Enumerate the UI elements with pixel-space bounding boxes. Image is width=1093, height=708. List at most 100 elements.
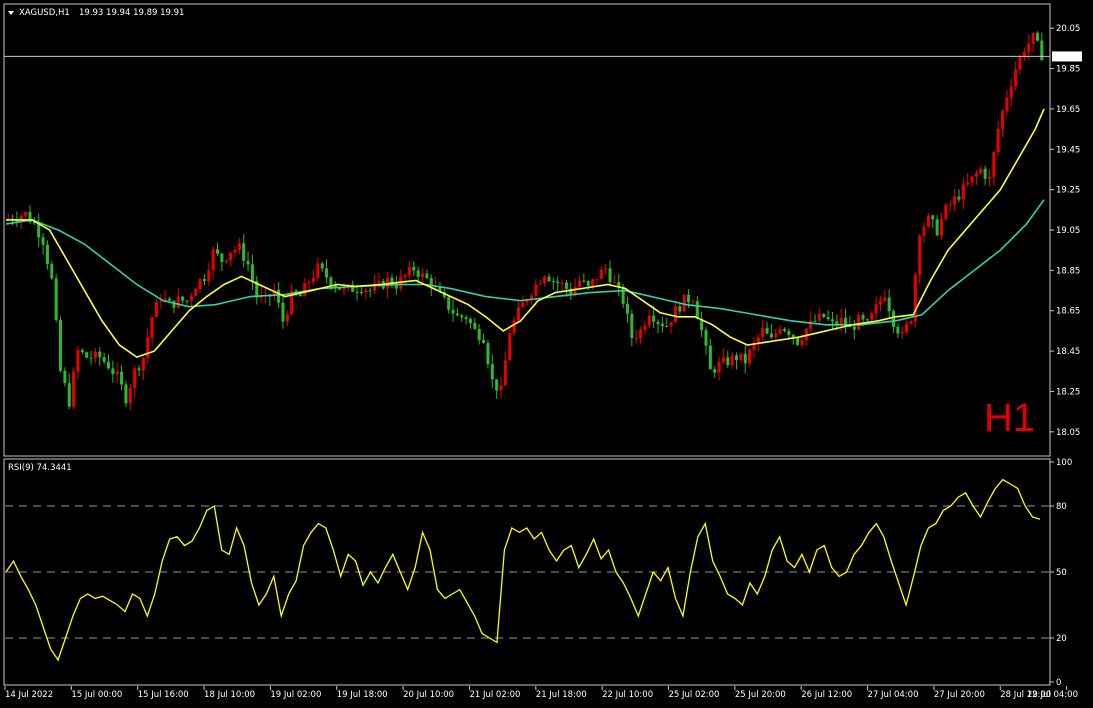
price-tick-label: 18.25 xyxy=(1056,387,1080,397)
candle-body xyxy=(355,291,359,293)
candle-body xyxy=(473,323,477,329)
price-pane[interactable]: 20.05 19.85 19.65 19.45 19.25 19.05 18.85 18.65… xyxy=(3,3,1082,457)
candle-body xyxy=(992,152,996,178)
candle-body xyxy=(782,329,787,331)
candle-body xyxy=(368,290,372,292)
candle-body xyxy=(185,300,189,302)
price-tick-label: 20.05 xyxy=(1056,24,1080,34)
candle-body xyxy=(224,260,228,262)
candle-body xyxy=(111,368,115,375)
candle-body xyxy=(966,182,970,185)
candle-body xyxy=(447,296,451,310)
candle-body xyxy=(643,325,647,330)
candle-body xyxy=(364,290,368,293)
candle-body xyxy=(89,357,93,359)
ohlc-readout: 19.93 19.94 19.89 19.91 xyxy=(79,8,184,18)
candle-body xyxy=(311,277,316,282)
candle-body xyxy=(900,332,904,334)
candle-body xyxy=(54,278,58,320)
candle-body xyxy=(721,357,725,363)
candle-body xyxy=(543,276,547,284)
candle-body xyxy=(141,357,145,371)
candle-body xyxy=(865,319,869,321)
candle-body xyxy=(652,315,656,322)
time-tick-label: 25 Jul 20:00 xyxy=(735,690,786,700)
candle-body xyxy=(870,313,874,320)
candle-body xyxy=(948,204,952,206)
candle-body xyxy=(1018,56,1022,70)
candle-body xyxy=(939,218,944,236)
candle-body xyxy=(704,330,708,346)
time-tick-label: 26 Jul 12:00 xyxy=(801,690,852,700)
candle-body xyxy=(582,280,586,282)
candle-body xyxy=(822,313,826,317)
candle-body xyxy=(817,313,821,321)
candle-body xyxy=(120,371,124,385)
candle-body xyxy=(874,304,878,314)
candle-body xyxy=(1027,43,1031,53)
candle-body xyxy=(630,313,634,339)
candle-body xyxy=(303,282,307,297)
candle-body xyxy=(905,323,909,333)
candle-body xyxy=(647,315,651,326)
candle-body xyxy=(695,301,699,319)
candle-body xyxy=(189,295,193,301)
candle-body xyxy=(307,281,311,283)
candle-body xyxy=(577,280,582,287)
rsi-tick-label: 0 xyxy=(1056,678,1061,688)
candle-body xyxy=(102,357,106,362)
candle-body xyxy=(464,317,468,320)
candle-body xyxy=(595,279,599,281)
candle-body xyxy=(739,353,743,361)
candle-body xyxy=(756,337,760,343)
candle-body xyxy=(508,333,512,361)
candle-body xyxy=(150,317,154,338)
price-tick-label: 19.05 xyxy=(1056,226,1080,236)
candle-body xyxy=(586,281,590,286)
time-tick-label: 20 Jul 10:00 xyxy=(403,690,454,700)
rsi-tick-label: 20 xyxy=(1056,634,1067,644)
candle-body xyxy=(996,129,1000,153)
candle-body xyxy=(787,330,791,335)
time-tick-label: 27 Jul 20:00 xyxy=(934,690,985,700)
candle-body xyxy=(730,355,734,366)
candle-body xyxy=(63,370,67,384)
candle-body xyxy=(778,329,782,334)
rsi-pane[interactable]: 100 80 50 20 0 RSI(9) 74.3441 xyxy=(3,458,1072,688)
candle-body xyxy=(72,371,76,407)
candle-body xyxy=(477,328,481,340)
time-tick-label: 14 Jul 2022 xyxy=(5,690,53,700)
candle-body xyxy=(857,314,861,330)
candle-body xyxy=(599,269,603,280)
candle-body xyxy=(220,253,224,262)
candle-body xyxy=(673,306,677,323)
candle-body xyxy=(931,215,935,220)
candle-body xyxy=(887,297,891,312)
candle-body xyxy=(918,236,922,275)
candle-body xyxy=(198,278,202,289)
candle-body xyxy=(813,320,817,322)
time-tick-label: 15 Jul 00:00 xyxy=(71,690,122,700)
candle-body xyxy=(591,279,595,286)
candle-body xyxy=(669,322,673,327)
candle-body xyxy=(717,362,721,373)
candle-body xyxy=(1040,40,1044,61)
candle-body xyxy=(556,281,560,283)
candle-body xyxy=(551,281,555,283)
candle-body xyxy=(98,351,102,358)
candle-body xyxy=(486,342,490,365)
candle-body xyxy=(85,352,89,358)
candle-body xyxy=(761,327,765,338)
candle-body xyxy=(560,282,564,284)
candle-body xyxy=(800,339,804,345)
chart-window[interactable]: 20.05 19.85 19.65 19.45 19.25 19.05 18.85 18.65… xyxy=(0,0,1093,708)
candle-body xyxy=(194,288,198,296)
candle-body xyxy=(176,296,180,308)
candle-body xyxy=(538,283,542,285)
candle-body xyxy=(687,294,691,302)
rsi-axis: 100 80 50 20 0 xyxy=(1050,458,1072,688)
candle-body xyxy=(377,281,381,284)
candle-body xyxy=(1001,111,1005,130)
candle-body xyxy=(207,270,211,282)
price-pane-frame xyxy=(3,3,1051,457)
